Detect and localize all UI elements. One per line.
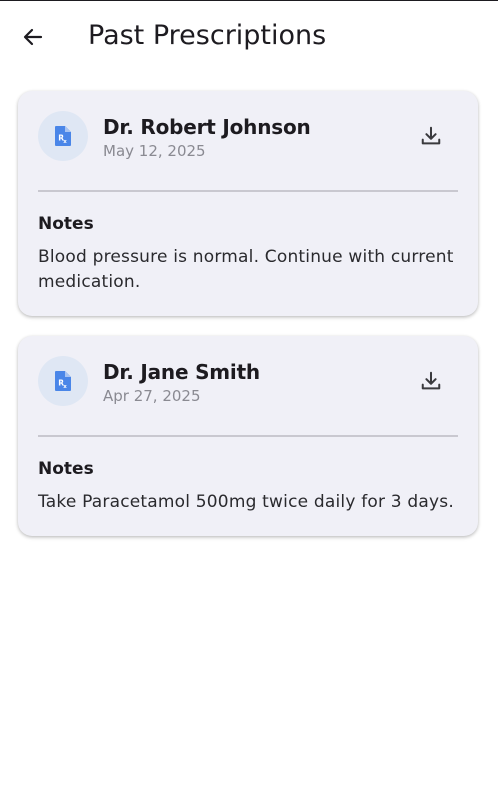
card-divider xyxy=(38,190,458,192)
notes-label: Notes xyxy=(38,459,94,479)
download-button[interactable] xyxy=(414,119,448,153)
prescription-rx-icon: R x xyxy=(55,371,71,391)
doctor-name: Dr. Jane Smith xyxy=(103,360,260,384)
card-header: R x Dr. Jane Smith Apr 27, 2025 xyxy=(38,356,458,407)
svg-text:x: x xyxy=(63,139,67,145)
doctor-name: Dr. Robert Johnson xyxy=(103,115,311,139)
download-icon xyxy=(421,371,441,390)
prescription-date: May 12, 2025 xyxy=(103,142,206,160)
download-button[interactable] xyxy=(414,364,448,398)
notes-text: Blood pressure is normal. Continue with … xyxy=(38,247,454,292)
prescription-card[interactable]: R x Dr. Jane Smith Apr 27, 2025 Notes Ta… xyxy=(18,336,478,536)
prescription-card[interactable]: R x Dr. Robert Johnson May 12, 2025 Note… xyxy=(18,91,478,316)
card-divider xyxy=(38,435,458,437)
notes-label: Notes xyxy=(38,214,94,234)
arrow-left-icon xyxy=(23,28,43,46)
download-icon xyxy=(421,126,441,145)
card-header: R x Dr. Robert Johnson May 12, 2025 xyxy=(38,111,458,162)
notes-text: Take Paracetamol 500mg twice daily for 3… xyxy=(38,492,454,512)
app-bar: Past Prescriptions xyxy=(0,0,498,72)
prescription-avatar: R x xyxy=(38,356,88,406)
back-button[interactable] xyxy=(14,18,52,56)
prescription-date: Apr 27, 2025 xyxy=(103,387,201,405)
page-title: Past Prescriptions xyxy=(88,20,327,51)
prescription-rx-icon: R x xyxy=(55,126,71,146)
prescription-avatar: R x xyxy=(38,111,88,161)
svg-text:x: x xyxy=(63,384,67,390)
prescription-list: R x Dr. Robert Johnson May 12, 2025 Note… xyxy=(18,91,478,556)
